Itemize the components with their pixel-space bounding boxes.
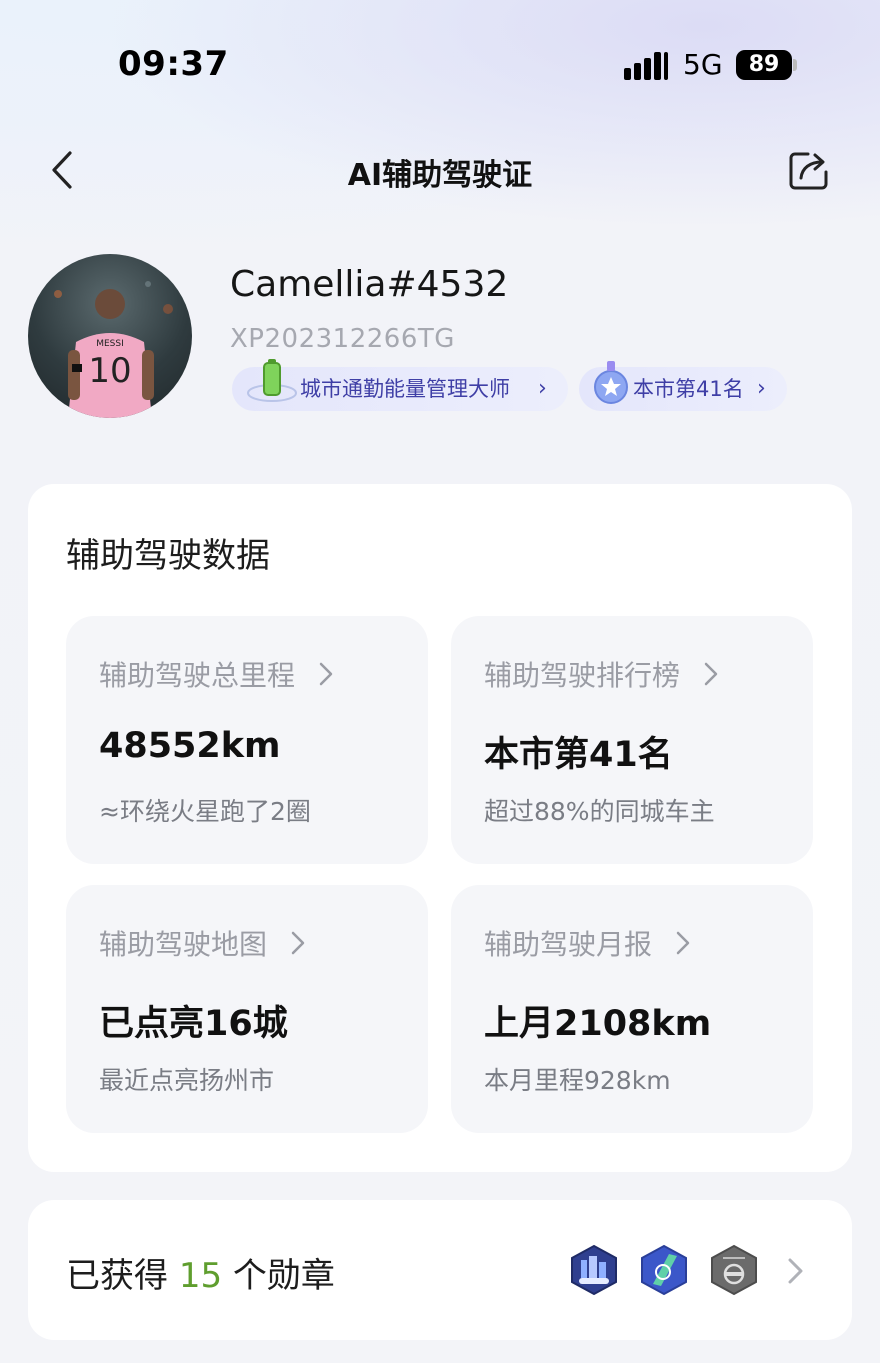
chevron-right-icon (319, 662, 333, 686)
road-badge-icon (641, 1244, 687, 1296)
status-time: 09:37 (118, 44, 229, 84)
tile-label: 辅助驾驶排行榜 (484, 659, 681, 692)
tile-value: 已点亮16城 (99, 1004, 288, 1044)
tile-label: 辅助驾驶地图 (99, 928, 268, 961)
chevron-right-icon (704, 662, 718, 686)
signal-icon (624, 50, 670, 80)
user-id: XP202312266TG (230, 324, 455, 354)
username: Camellia#4532 (230, 264, 509, 305)
badges-prefix: 已获得 (66, 1256, 168, 1296)
tile-value: 本市第41名 (484, 735, 673, 775)
driving-data-title: 辅助驾驶数据 (66, 536, 270, 576)
chevron-right-icon[interactable] (786, 1256, 806, 1286)
tag-energy-master[interactable]: 城市通勤能量管理大师 › (232, 359, 568, 411)
badges-summary: 已获得 15 个勋章 (66, 1248, 335, 1297)
share-button[interactable] (786, 148, 832, 192)
battery-tip (793, 59, 797, 71)
avatar-image: MESSI 10 (54, 281, 173, 418)
tile-subtext: ≈环绕火星跑了2圈 (99, 797, 311, 826)
chevron-right-icon: › (757, 376, 766, 401)
avatar[interactable]: MESSI 10 (28, 254, 192, 418)
battery-indicator: 89 (736, 50, 792, 80)
city-badge-icon (571, 1244, 617, 1296)
chevron-right-icon (291, 931, 305, 955)
battery-badge-icon (247, 359, 297, 402)
network-type: 5G (683, 48, 723, 81)
header-background (0, 0, 880, 260)
page-title: AI辅助驾驶证 (347, 158, 533, 193)
tile-subtext: 本月里程928km (484, 1066, 671, 1095)
tag-label: 本市第41名 (633, 377, 744, 401)
tile-monthly-report[interactable]: 辅助驾驶月报 上月2108km 本月里程928km (451, 885, 813, 1133)
tile-value: 48552km (99, 726, 281, 766)
tile-value: 上月2108km (484, 1004, 712, 1044)
tile-label: 辅助驾驶总里程 (99, 659, 296, 692)
tile-subtext: 超过88%的同城车主 (484, 797, 715, 826)
chevron-right-icon: › (538, 376, 547, 401)
tile-subtext: 最近点亮扬州市 (99, 1066, 275, 1095)
tile-label: 辅助驾驶月报 (484, 928, 653, 961)
badges-count: 15 (178, 1256, 223, 1296)
tag-city-rank[interactable]: 本市第41名 › (579, 361, 787, 411)
avatar-jersey-name: MESSI (96, 339, 124, 349)
share-icon (789, 152, 828, 190)
tile-map[interactable]: 辅助驾驶地图 已点亮16城 最近点亮扬州市 (66, 885, 428, 1133)
badges-suffix: 个勋章 (232, 1256, 335, 1296)
star-medal-icon (594, 361, 628, 404)
tag-label: 城市通勤能量管理大师 (300, 377, 510, 401)
tile-total-mileage[interactable]: 辅助驾驶总里程 48552km ≈环绕火星跑了2圈 (66, 616, 428, 864)
avatar-jersey-number: 10 (88, 351, 131, 391)
tile-leaderboard[interactable]: 辅助驾驶排行榜 本市第41名 超过88%的同城车主 (451, 616, 813, 864)
locked-badge-icon (711, 1244, 757, 1296)
chevron-right-icon (676, 931, 690, 955)
